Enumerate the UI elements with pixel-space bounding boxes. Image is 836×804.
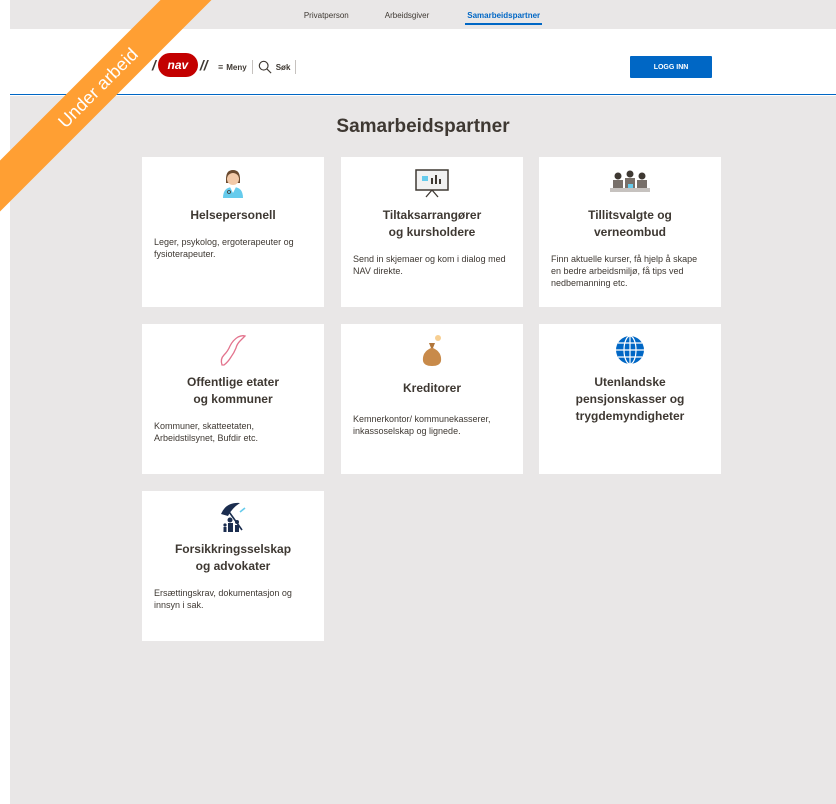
card-title: Tiltaksarrangører og kursholdere (373, 207, 492, 241)
search-icon[interactable] (258, 60, 272, 74)
card-title-line: Tillitsvalgte og (588, 208, 672, 222)
main-content: Samarbeidspartner Helsepersonell Leger, … (10, 96, 836, 804)
login-button[interactable]: LOGG INN (630, 56, 712, 78)
card-title-line: og kommuner (193, 392, 273, 406)
card-title-line: pensjonskasser og (575, 392, 685, 406)
logo-oval: nav (157, 53, 198, 77)
card-forsikringsselskap[interactable]: Forsikkringsselskap og advokater Ersætti… (142, 491, 324, 641)
nav-samarbeidspartner[interactable]: Samarbeidspartner (465, 11, 543, 25)
money-bag-icon (419, 334, 445, 366)
card-title-line: verneombud (593, 225, 666, 239)
card-kreditorer[interactable]: Kreditorer Kemnerkontor/ kommunekasserer… (341, 324, 523, 474)
card-description: Kommuner, skatteetaten, Arbeidstilsynet,… (154, 421, 259, 443)
card-title-line: Offentlige etater (186, 375, 279, 389)
nav-logo[interactable]: / nav // (152, 53, 208, 77)
menu-button[interactable]: Meny (226, 63, 246, 72)
doctor-icon (220, 167, 246, 199)
card-description: Finn aktuelle kurser, få hjelp å skape e… (551, 254, 698, 288)
card-description: Ersættingskrav, dokumentasjon og innsyn … (154, 588, 292, 610)
norway-map-icon (218, 334, 248, 366)
menu-divider (251, 60, 253, 74)
page-title: Samarbeidspartner (336, 116, 510, 137)
site-header: / nav // ≡ Meny Søk LOGG INN (10, 29, 836, 95)
logo-slash-right: // (199, 57, 208, 73)
card-tiltaksarrangorer[interactable]: Tiltaksarrangører og kursholdere Send in… (341, 157, 523, 307)
presentation-icon (414, 167, 450, 199)
umbrella-family-icon (218, 501, 248, 533)
card-title: Kreditorer (402, 381, 461, 395)
card-title: Helsepersonell (190, 208, 276, 222)
card-title: Utenlandske pensjonskasser og trygdemynd… (566, 374, 695, 425)
card-tillitsvalgte[interactable]: Tillitsvalgte og verneombud Finn aktuell… (539, 157, 721, 307)
nav-privatperson[interactable]: Privatperson (304, 11, 349, 25)
card-description: Send in skjemaer og kom i dialog med NAV… (353, 254, 506, 276)
header-menu-group: ≡ Meny Søk (218, 60, 301, 74)
audience-nav: Privatperson Arbeidsgiver Samarbeidspart… (10, 11, 836, 25)
globe-icon (614, 334, 646, 366)
search-divider (295, 60, 297, 74)
card-title-line: Utenlandske (594, 375, 666, 389)
hamburger-icon[interactable]: ≡ (218, 62, 223, 72)
card-helsepersonell[interactable]: Helsepersonell Leger, psykolog, ergotera… (142, 157, 324, 307)
card-title-line: Tiltaksarrangører (382, 208, 482, 222)
search-button[interactable]: Søk (276, 63, 291, 72)
logo-slash-left: / (152, 57, 156, 73)
card-title-line: trygdemyndigheter (575, 409, 685, 423)
card-title-line: og advokater (195, 559, 271, 573)
card-utenlandske-pensjonskasser[interactable]: Utenlandske pensjonskasser og trygdemynd… (539, 324, 721, 474)
card-title: Offentlige etater og kommuner (177, 374, 289, 408)
card-title-line: Forsikkringsselskap (174, 542, 292, 556)
card-title-line: og kursholdere (388, 225, 476, 239)
card-description: Leger, psykolog, ergoterapeuter og fysio… (154, 237, 294, 259)
top-audience-bar: Privatperson Arbeidsgiver Samarbeidspart… (10, 0, 836, 29)
nav-arbeidsgiver[interactable]: Arbeidsgiver (385, 11, 429, 25)
meeting-icon (608, 167, 652, 199)
card-offentlige-etater[interactable]: Offentlige etater og kommuner Kommuner, … (142, 324, 324, 474)
card-title: Tillitsvalgte og verneombud (578, 207, 682, 241)
card-title: Forsikkringsselskap og advokater (165, 541, 301, 575)
card-description: Kemnerkontor/ kommunekasserer, inkassose… (353, 414, 491, 436)
